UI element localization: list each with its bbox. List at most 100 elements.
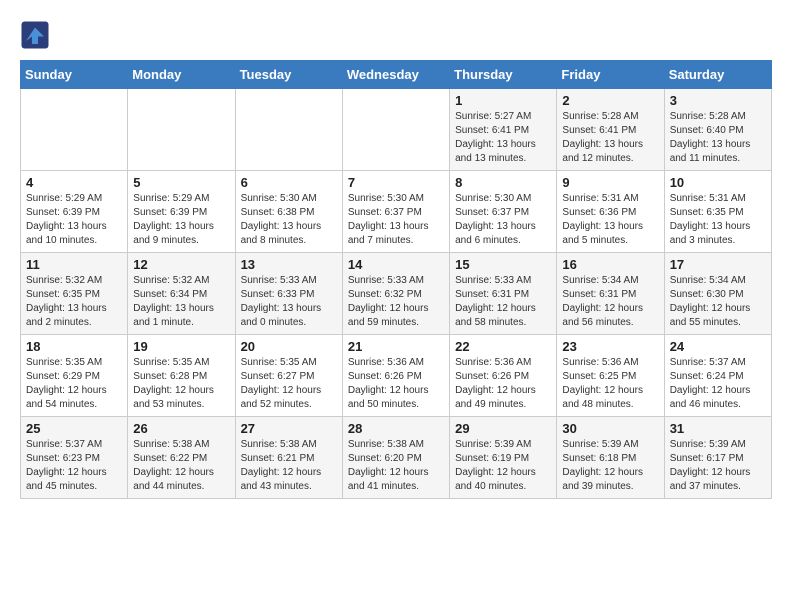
calendar-cell: 7Sunrise: 5:30 AM Sunset: 6:37 PM Daylig… [342,171,449,253]
calendar-cell: 25 Sunrise: 5:37 AM Sunset: 6:23 PM Dayli… [21,417,128,499]
day-number: 25 [26,421,122,436]
day-number: 19 [133,339,229,354]
cell-info: Sunrise: 5:31 AM Sunset: 6:35 PM Dayligh… [670,192,766,248]
calendar-cell: 17 Sunrise: 5:34 AM Sunset: 6:30 PM Dayli… [664,253,771,335]
day-number: 4 [26,175,122,190]
logo-icon [20,20,50,50]
calendar-cell: 4 Sunrise: 5:29 AM Sunset: 6:39 PM Daylig… [21,171,128,253]
calendar-cell: 16 Sunrise: 5:34 AM Sunset: 6:31 PM Dayli… [557,253,664,335]
calendar-cell [342,89,449,171]
day-number: 17 [670,257,766,272]
calendar-cell: 2 Sunrise: 5:28 AM Sunset: 6:41 PM Daylig… [557,89,664,171]
weekday-thursday: Thursday [450,61,557,89]
calendar-cell: 28 Sunrise: 5:38 AM Sunset: 6:20 PM Dayli… [342,417,449,499]
calendar-cell: 8 Sunrise: 5:30 AM Sunset: 6:37 PM Daylig… [450,171,557,253]
calendar-cell: 21Sunrise: 5:36 AM Sunset: 6:26 PM Dayli… [342,335,449,417]
weekday-friday: Friday [557,61,664,89]
week-row-3: 11Sunrise: 5:32 AM Sunset: 6:35 PM Dayli… [21,253,772,335]
weekday-wednesday: Wednesday [342,61,449,89]
calendar-cell: 31 Sunrise: 5:39 AM Sunset: 6:17 PM Dayli… [664,417,771,499]
logo [20,20,54,50]
day-number: 15 [455,257,551,272]
cell-info: Sunrise: 5:37 AM Sunset: 6:23 PM Dayligh… [26,438,122,494]
day-number: 30 [562,421,658,436]
cell-info: Sunrise: 5:31 AM Sunset: 6:36 PM Dayligh… [562,192,658,248]
calendar-cell: 20 Sunrise: 5:35 AM Sunset: 6:27 PM Dayli… [235,335,342,417]
cell-info: Sunrise: 5:30 AM Sunset: 6:37 PM Dayligh… [455,192,551,248]
cell-info: Sunrise: 5:39 AM Sunset: 6:19 PM Dayligh… [455,438,551,494]
calendar-cell [21,89,128,171]
calendar-table: SundayMondayTuesdayWednesdayThursdayFrid… [20,60,772,499]
calendar-cell: 30 Sunrise: 5:39 AM Sunset: 6:18 PM Dayli… [557,417,664,499]
cell-info: Sunrise: 5:35 AM Sunset: 6:27 PM Dayligh… [241,356,337,412]
weekday-monday: Monday [128,61,235,89]
cell-info: Sunrise: 5:35 AM Sunset: 6:29 PM Dayligh… [26,356,122,412]
cell-info: Sunrise: 5:37 AM Sunset: 6:24 PM Dayligh… [670,356,766,412]
calendar-cell: 3 Sunrise: 5:28 AM Sunset: 6:40 PM Daylig… [664,89,771,171]
calendar-cell: 10Sunrise: 5:31 AM Sunset: 6:35 PM Dayli… [664,171,771,253]
cell-info: Sunrise: 5:34 AM Sunset: 6:31 PM Dayligh… [562,274,658,330]
day-number: 20 [241,339,337,354]
calendar-cell: 13 Sunrise: 5:33 AM Sunset: 6:33 PM Dayli… [235,253,342,335]
calendar-cell: 23 Sunrise: 5:36 AM Sunset: 6:25 PM Dayli… [557,335,664,417]
calendar-cell: 22 Sunrise: 5:36 AM Sunset: 6:26 PM Dayli… [450,335,557,417]
day-number: 24 [670,339,766,354]
day-number: 9 [562,175,658,190]
day-number: 26 [133,421,229,436]
cell-info: Sunrise: 5:34 AM Sunset: 6:30 PM Dayligh… [670,274,766,330]
cell-info: Sunrise: 5:33 AM Sunset: 6:33 PM Dayligh… [241,274,337,330]
day-number: 27 [241,421,337,436]
cell-info: Sunrise: 5:28 AM Sunset: 6:41 PM Dayligh… [562,110,658,166]
calendar-cell: 1 Sunrise: 5:27 AM Sunset: 6:41 PM Daylig… [450,89,557,171]
day-number: 6 [241,175,337,190]
weekday-sunday: Sunday [21,61,128,89]
cell-info: Sunrise: 5:29 AM Sunset: 6:39 PM Dayligh… [133,192,229,248]
day-number: 1 [455,93,551,108]
calendar-cell: 9 Sunrise: 5:31 AM Sunset: 6:36 PM Daylig… [557,171,664,253]
day-number: 14 [348,257,444,272]
day-number: 13 [241,257,337,272]
calendar-cell: 18 Sunrise: 5:35 AM Sunset: 6:29 PM Dayli… [21,335,128,417]
weekday-header-row: SundayMondayTuesdayWednesdayThursdayFrid… [21,61,772,89]
calendar-cell: 5 Sunrise: 5:29 AM Sunset: 6:39 PM Daylig… [128,171,235,253]
day-number: 29 [455,421,551,436]
cell-info: Sunrise: 5:39 AM Sunset: 6:17 PM Dayligh… [670,438,766,494]
weekday-saturday: Saturday [664,61,771,89]
day-number: 23 [562,339,658,354]
day-number: 31 [670,421,766,436]
cell-info: Sunrise: 5:39 AM Sunset: 6:18 PM Dayligh… [562,438,658,494]
day-number: 8 [455,175,551,190]
day-number: 11 [26,257,122,272]
day-number: 16 [562,257,658,272]
day-number: 18 [26,339,122,354]
cell-info: Sunrise: 5:32 AM Sunset: 6:34 PM Dayligh… [133,274,229,330]
cell-info: Sunrise: 5:29 AM Sunset: 6:39 PM Dayligh… [26,192,122,248]
cell-info: Sunrise: 5:30 AM Sunset: 6:38 PM Dayligh… [241,192,337,248]
cell-info: Sunrise: 5:36 AM Sunset: 6:26 PM Dayligh… [455,356,551,412]
cell-info: Sunrise: 5:38 AM Sunset: 6:21 PM Dayligh… [241,438,337,494]
calendar-cell: 14 Sunrise: 5:33 AM Sunset: 6:32 PM Dayli… [342,253,449,335]
cell-info: Sunrise: 5:33 AM Sunset: 6:31 PM Dayligh… [455,274,551,330]
day-number: 3 [670,93,766,108]
day-number: 22 [455,339,551,354]
cell-info: Sunrise: 5:35 AM Sunset: 6:28 PM Dayligh… [133,356,229,412]
cell-info: Sunrise: 5:38 AM Sunset: 6:20 PM Dayligh… [348,438,444,494]
cell-info: Sunrise: 5:36 AM Sunset: 6:25 PM Dayligh… [562,356,658,412]
cell-info: Sunrise: 5:28 AM Sunset: 6:40 PM Dayligh… [670,110,766,166]
week-row-4: 18 Sunrise: 5:35 AM Sunset: 6:29 PM Dayli… [21,335,772,417]
day-number: 2 [562,93,658,108]
calendar-cell [235,89,342,171]
day-number: 5 [133,175,229,190]
week-row-1: 1 Sunrise: 5:27 AM Sunset: 6:41 PM Daylig… [21,89,772,171]
week-row-5: 25 Sunrise: 5:37 AM Sunset: 6:23 PM Dayli… [21,417,772,499]
calendar-cell: 24 Sunrise: 5:37 AM Sunset: 6:24 PM Dayli… [664,335,771,417]
day-number: 12 [133,257,229,272]
day-number: 28 [348,421,444,436]
calendar-cell [128,89,235,171]
cell-info: Sunrise: 5:33 AM Sunset: 6:32 PM Dayligh… [348,274,444,330]
calendar-cell: 6 Sunrise: 5:30 AM Sunset: 6:38 PM Daylig… [235,171,342,253]
calendar-cell: 12 Sunrise: 5:32 AM Sunset: 6:34 PM Dayli… [128,253,235,335]
cell-info: Sunrise: 5:27 AM Sunset: 6:41 PM Dayligh… [455,110,551,166]
calendar-cell: 27 Sunrise: 5:38 AM Sunset: 6:21 PM Dayli… [235,417,342,499]
page-header [20,20,772,50]
